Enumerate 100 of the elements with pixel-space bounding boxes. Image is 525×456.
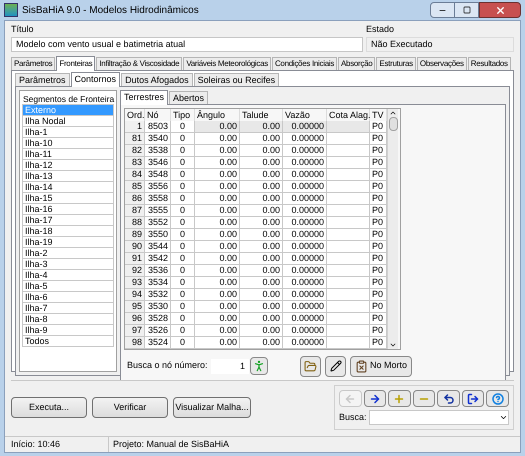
table-cell: 0.00	[195, 168, 240, 180]
table-cell: 0	[171, 288, 195, 300]
table-cell: 0.00000	[283, 204, 327, 216]
table-cell: 92	[125, 264, 145, 276]
tab[interactable]: Fronteiras	[56, 56, 96, 70]
tab[interactable]: Soleiras ou Recifes	[194, 72, 280, 86]
list-item[interactable]: Ilha-10	[22, 136, 114, 148]
table-cell: 0.00	[195, 252, 240, 264]
table-cell: 0	[171, 192, 195, 204]
list-item[interactable]: Ilha-16	[22, 202, 114, 214]
toolbar-button[interactable]	[364, 390, 386, 407]
table-cell: P0	[370, 336, 387, 348]
tab[interactable]: Parâmetros	[11, 56, 56, 70]
list-item[interactable]: Ilha-17	[22, 214, 114, 226]
table-cell: 90	[125, 240, 145, 252]
table-cell: 0.00000	[283, 132, 327, 144]
list-item[interactable]: Ilha-13	[22, 170, 114, 182]
tab[interactable]: Estruturas	[376, 56, 416, 70]
edit-button[interactable]	[325, 356, 346, 376]
action-button[interactable]: Visualizar Malha...	[173, 397, 251, 418]
table-cell: 0	[171, 180, 195, 192]
table-cell: 83	[125, 156, 145, 168]
close-button[interactable]	[479, 2, 521, 18]
table-cell: 3550	[145, 228, 171, 240]
list-item[interactable]: Ilha-11	[22, 148, 114, 160]
tab[interactable]: Observações	[416, 56, 467, 70]
open-folder-button[interactable]	[300, 356, 321, 376]
table-cell	[327, 132, 370, 144]
list-item[interactable]: Ilha-6	[22, 290, 114, 302]
table-cell	[327, 240, 370, 252]
list-item[interactable]: Ilha-7	[22, 302, 114, 314]
toolbar-button[interactable]	[462, 390, 484, 407]
table-cell: 0.00	[195, 288, 240, 300]
table-cell: 0.00	[240, 204, 283, 216]
title-input[interactable]: Modelo com vento usual e batimetria atual	[11, 36, 363, 52]
tab[interactable]: Parâmetros	[15, 72, 70, 86]
maximize-button[interactable]	[455, 2, 479, 18]
tab[interactable]: Contornos	[70, 72, 120, 86]
list-item[interactable]: Ilha-8	[22, 312, 114, 324]
table-cell: 0	[171, 156, 195, 168]
tab[interactable]: Absorção	[338, 56, 376, 70]
table-cell	[327, 144, 370, 156]
list-item[interactable]: Ilha-4	[22, 268, 114, 280]
table-cell: 0.00	[195, 276, 240, 288]
tab[interactable]: Resultados	[468, 56, 511, 70]
table-cell: 3526	[145, 324, 171, 336]
window-title: SisBaHiA 9.0 - Modelos Hidrodinâmicos	[22, 4, 199, 18]
list-item[interactable]: Ilha-5	[22, 280, 114, 292]
list-item[interactable]: Ilha-15	[22, 192, 114, 204]
table-cell: 0	[171, 276, 195, 288]
table-cell	[327, 252, 370, 264]
table-cell: 88	[125, 216, 145, 228]
list-item[interactable]: Ilha-14	[22, 180, 114, 192]
status-text: Início: 10:46	[5, 437, 109, 452]
tab[interactable]: Dutos Afogados	[121, 72, 193, 86]
table-cell	[327, 216, 370, 228]
table-cell	[327, 204, 370, 216]
tab[interactable]: Abertos	[169, 90, 208, 104]
list-item[interactable]: Ilha-19	[22, 236, 114, 248]
table-cell: 98	[125, 336, 145, 348]
state-value: Não Executado	[366, 36, 514, 52]
maximize-icon	[462, 6, 470, 14]
table-cell: 86	[125, 192, 145, 204]
list-item[interactable]: Ilha-9	[22, 324, 114, 336]
scroll-thumb[interactable]	[388, 116, 398, 130]
list-item[interactable]: Todos	[22, 334, 114, 346]
tab[interactable]: Condições Iniciais	[272, 56, 338, 70]
toolbar-button[interactable]	[437, 390, 460, 407]
table-cell: 84	[125, 168, 145, 180]
list-item[interactable]: Ilha-12	[22, 158, 114, 170]
table-cell: 1	[125, 120, 145, 132]
list-item[interactable]: Ilha Nodal	[22, 114, 114, 126]
tab[interactable]: Infiltração & Viscosidade	[96, 56, 182, 70]
go-button[interactable]	[250, 357, 268, 375]
table-cell: 0.00	[240, 228, 283, 240]
list-item[interactable]: Ilha-3	[22, 258, 114, 270]
table-cell: P0	[370, 132, 387, 144]
table-cell: 81	[125, 132, 145, 144]
list-item[interactable]: Ilha-1	[22, 126, 114, 138]
table-cell: 0	[171, 312, 195, 324]
tab[interactable]: Terrestres	[120, 90, 168, 104]
action-button[interactable]: Verificar	[92, 397, 168, 418]
table-cell: 0.00000	[283, 120, 327, 132]
tab[interactable]: Variáveis Meteorológicas	[183, 56, 271, 70]
table-cell: P0	[370, 156, 387, 168]
table-cell: P0	[370, 264, 387, 276]
scrollbar[interactable]	[387, 108, 398, 348]
list-item[interactable]: Ilha-18	[22, 224, 114, 236]
table-cell: 0	[171, 168, 195, 180]
table-cell: 0.00	[195, 264, 240, 276]
table-cell: P0	[370, 276, 387, 288]
node-number-input[interactable]: 1	[211, 358, 249, 374]
list-item[interactable]: Ilha-2	[22, 246, 114, 258]
close-icon	[494, 4, 506, 16]
dead-node-button[interactable]: No Morto	[350, 356, 412, 376]
table-cell: 89	[125, 228, 145, 240]
action-button[interactable]: Executa...	[11, 397, 87, 418]
table-cell: P0	[370, 240, 387, 252]
state-label: Estado	[366, 23, 396, 36]
table-cell: 0	[171, 240, 195, 252]
